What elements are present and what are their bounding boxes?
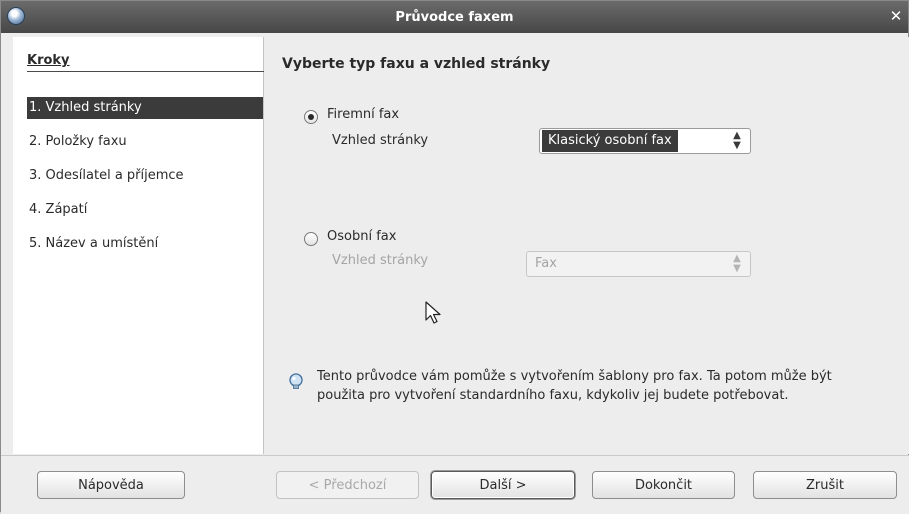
steps-divider <box>27 71 273 72</box>
info-lightbulb-icon <box>289 373 303 389</box>
personal-layout-select[interactable]: Fax ▲ ▼ <box>526 251 751 277</box>
step-name-location[interactable]: 5. Název a umístění <box>27 233 263 255</box>
step-footer[interactable]: 4. Zápatí <box>27 199 263 221</box>
mouse-pointer-icon <box>425 301 441 324</box>
spinner-icon: ▲ ▼ <box>733 253 741 274</box>
title-bar: Průvodce faxem ✕ <box>1 1 908 33</box>
next-button[interactable]: Další > <box>431 471 575 499</box>
window-title: Průvodce faxem <box>395 9 514 25</box>
spinner-icon: ▲ ▼ <box>733 130 741 151</box>
cancel-button[interactable]: Zrušit <box>753 471 897 499</box>
steps-sidebar: Kroky 1. Vzhled stránky 2. Položky faxu … <box>13 37 273 454</box>
business-layout-value: Klasický osobní fax <box>542 130 678 152</box>
business-layout-select[interactable]: Klasický osobní fax ▲ ▼ <box>539 128 751 154</box>
business-fax-label[interactable]: Firemní fax <box>327 107 399 122</box>
finish-button[interactable]: Dokončit <box>592 471 735 499</box>
personal-layout-value: Fax <box>535 256 557 271</box>
personal-fax-label[interactable]: Osobní fax <box>327 229 396 244</box>
help-button[interactable]: Nápověda <box>37 471 185 499</box>
step-page-layout[interactable]: 1. Vzhled stránky <box>27 97 263 119</box>
personal-fax-radio[interactable] <box>304 232 318 246</box>
main-panel: Vyberte typ faxu a vzhled stránky Firemn… <box>264 37 909 454</box>
business-fax-radio[interactable] <box>304 110 318 124</box>
close-icon[interactable]: ✕ <box>888 8 904 24</box>
info-text: Tento průvodce vám pomůže s vytvořením š… <box>317 369 832 403</box>
back-button[interactable]: < Předchozí <box>276 471 419 499</box>
business-layout-label: Vzhled stránky <box>332 133 429 148</box>
step-sender-recipient[interactable]: 3. Odesílatel a příjemce <box>27 165 263 187</box>
button-bar: Nápověda < Předchozí Další > Dokončit Zr… <box>1 455 909 514</box>
app-icon <box>7 7 25 25</box>
personal-layout-label: Vzhled stránky <box>332 253 429 268</box>
page-heading: Vyberte typ faxu a vzhled stránky <box>282 56 551 72</box>
step-fax-items[interactable]: 2. Položky faxu <box>27 131 263 153</box>
steps-title: Kroky <box>27 53 70 68</box>
fax-wizard-dialog: Průvodce faxem ✕ Kroky 1. Vzhled stránky… <box>0 0 909 514</box>
